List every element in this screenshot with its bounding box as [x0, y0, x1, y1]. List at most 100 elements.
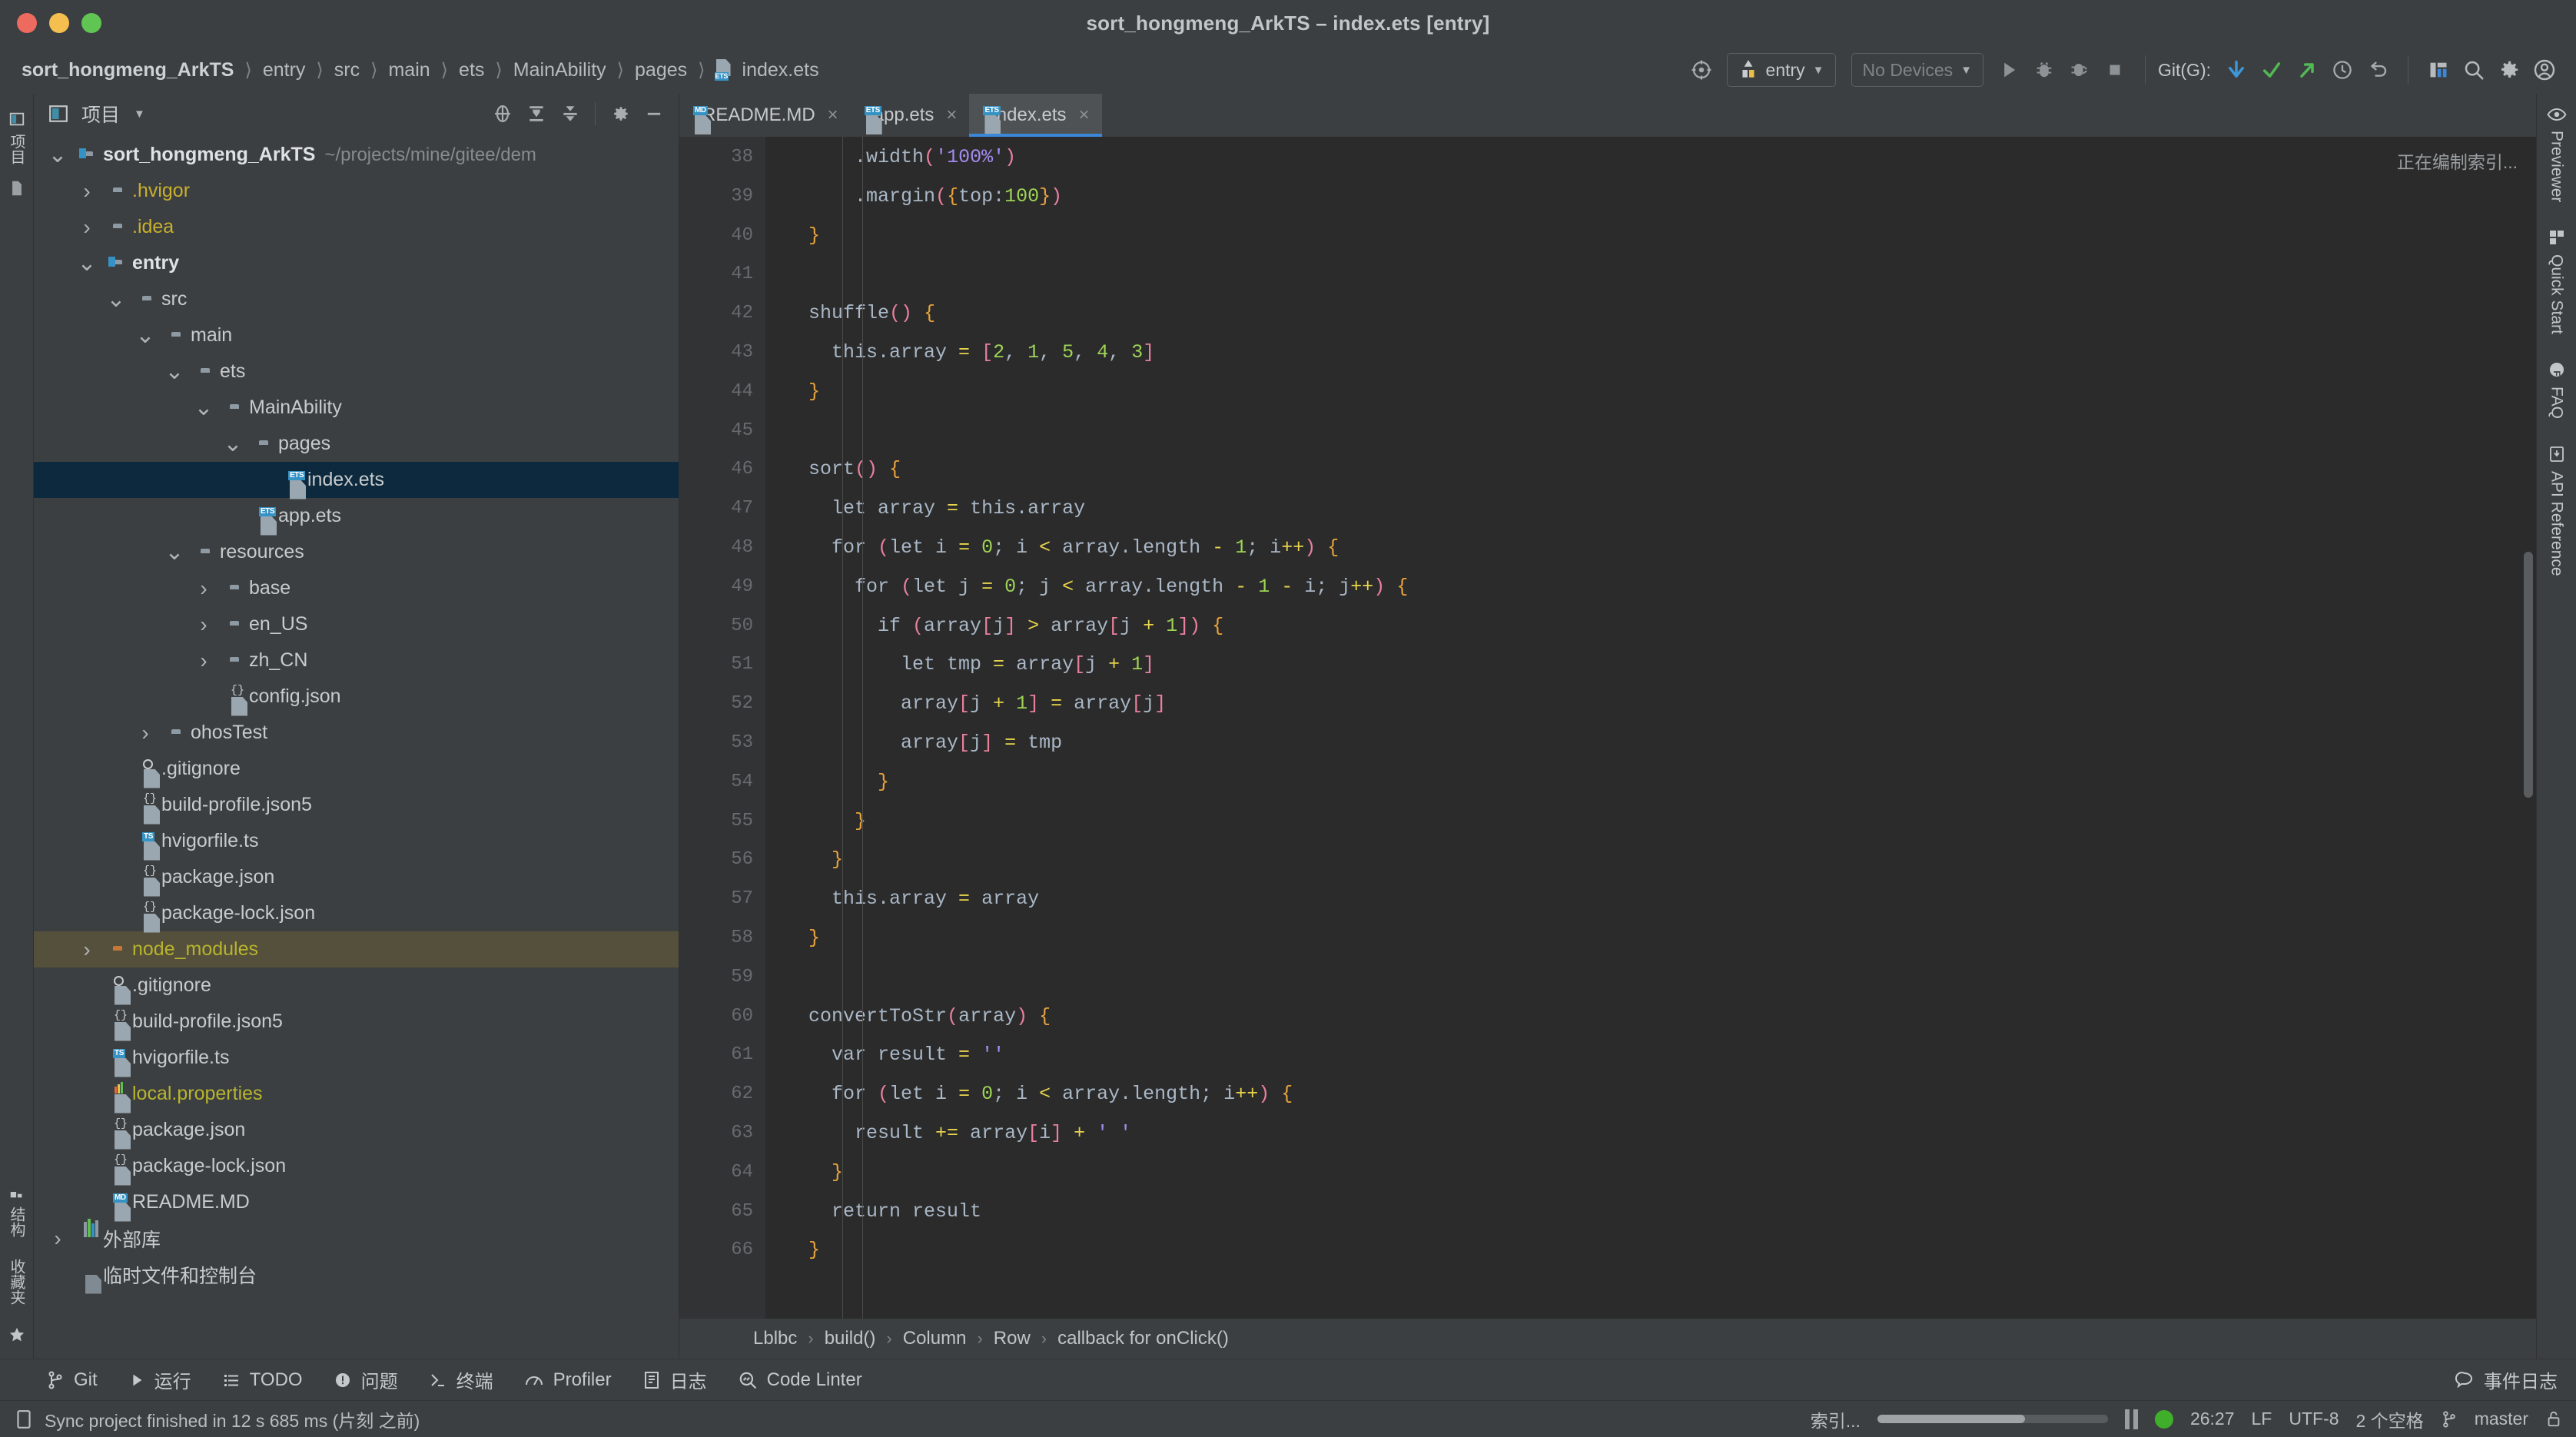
rail-item-quick-start[interactable]: Quick Start	[2548, 228, 2566, 334]
gear-icon[interactable]	[2491, 52, 2527, 88]
tree-node-hvigorfile-ts[interactable]: TS hvigorfile.ts	[34, 823, 679, 861]
locate-file-icon[interactable]	[487, 98, 518, 129]
git-branch-label[interactable]: master	[2475, 1409, 2528, 1429]
tree-node-zh-cn[interactable]: › zh_CN	[34, 642, 679, 679]
rail-item-faq[interactable]: F FAQ	[2548, 360, 2566, 419]
tree-node-readme-md[interactable]: MD README.MD	[34, 1184, 679, 1222]
tree-node-config-json[interactable]: {} config.json	[34, 679, 679, 716]
minimize-panel-icon[interactable]	[639, 98, 669, 129]
tool-window-event-log[interactable]: 事件日志	[2455, 1366, 2558, 1393]
tree-node--[interactable]: 临时文件和控制台	[34, 1256, 679, 1294]
tree-node-package-json[interactable]: {} package.json	[34, 1112, 679, 1150]
profile-icon[interactable]	[2062, 52, 2097, 88]
breadcrumb-item-file[interactable]: index.ets	[741, 59, 821, 81]
breadcrumb-item-ets[interactable]: ets	[457, 59, 486, 81]
tree-node--gitignore[interactable]: .gitignore	[34, 967, 679, 1005]
chevron-down-icon[interactable]: ⌄	[74, 251, 100, 274]
status-ok-icon[interactable]	[2154, 1409, 2173, 1429]
chevron-right-icon[interactable]: ›	[191, 612, 217, 637]
pause-icon[interactable]	[2124, 1409, 2138, 1429]
tool-window-git[interactable]: Git	[46, 1369, 98, 1391]
git-commit-icon[interactable]	[2254, 52, 2289, 88]
breadcrumb-item-project[interactable]: sort_hongmeng_ArkTS	[20, 59, 235, 81]
tool-window-problems[interactable]: 问题	[334, 1366, 398, 1393]
tool-window-code-linter[interactable]: Code Linter	[738, 1369, 862, 1391]
gear-icon[interactable]	[605, 98, 636, 129]
tree-node-mainability[interactable]: ⌄ MainAbility	[34, 390, 679, 426]
tree-node-main[interactable]: ⌄ main	[34, 317, 679, 353]
chevron-down-icon[interactable]: ⌄	[191, 396, 217, 419]
tool-window-run[interactable]: 运行	[128, 1366, 191, 1393]
breadcrumb-item-src[interactable]: src	[333, 59, 361, 81]
tree-node-pages[interactable]: ⌄ pages	[34, 426, 679, 462]
tree-node-ets[interactable]: ⌄ ets	[34, 353, 679, 390]
close-icon[interactable]: ×	[828, 105, 838, 126]
expand-all-icon[interactable]	[521, 98, 552, 129]
rail-item-previewer[interactable]: Previewer	[2547, 106, 2567, 202]
editor-breadcrumb-item[interactable]: Lblbc	[753, 1328, 797, 1349]
chevron-down-icon[interactable]: ⌄	[161, 360, 188, 383]
device-selector[interactable]: No Devices ▼	[1851, 53, 1983, 87]
breadcrumb-item-entry[interactable]: entry	[261, 59, 307, 81]
editor-tab-readme-md[interactable]: MD README.MD ×	[679, 94, 851, 137]
tree-node-index-ets[interactable]: ETS index.ets	[34, 462, 679, 499]
chevron-right-icon[interactable]: ›	[74, 938, 100, 962]
tree-node-src[interactable]: ⌄ src	[34, 281, 679, 317]
tree-node-sort-hongmeng-arkts[interactable]: ⌄ sort_hongmeng_ArkTS ~/projects/mine/gite…	[34, 137, 679, 173]
chevron-down-icon[interactable]: ⌄	[132, 324, 158, 347]
tree-node-hvigorfile-ts[interactable]: TS hvigorfile.ts	[34, 1040, 679, 1077]
chevron-down-icon[interactable]: ⌄	[45, 143, 71, 166]
tree-node-node-modules[interactable]: › node_modules	[34, 931, 679, 967]
rollback-icon[interactable]	[2360, 52, 2395, 88]
line-number-gutter[interactable]: 38 39 40 41 42 43 44 45 46 47 48 49 50 51 52 53 54 55 56 57…	[679, 137, 784, 1319]
chevron-right-icon[interactable]: ›	[45, 1226, 71, 1251]
tool-window-todo[interactable]: TODO	[222, 1369, 303, 1391]
chevron-right-icon[interactable]: ›	[191, 649, 217, 673]
file-encoding[interactable]: UTF-8	[2289, 1409, 2339, 1429]
layout-icon[interactable]	[2421, 52, 2456, 88]
rail-item-project[interactable]: 项目	[5, 103, 28, 172]
project-tree[interactable]: ⌄ sort_hongmeng_ArkTS ~/projects/mine/gite…	[34, 134, 679, 1359]
tree-node-app-ets[interactable]: ETS app.ets	[34, 498, 679, 536]
tree-node-package-lock-json[interactable]: {} package-lock.json	[34, 895, 679, 933]
chevron-right-icon[interactable]: ›	[132, 721, 158, 745]
breadcrumb-item-mainability[interactable]: MainAbility	[512, 59, 608, 81]
tree-node-package-json[interactable]: {} package.json	[34, 859, 679, 897]
caret-position[interactable]: 26:27	[2190, 1409, 2235, 1429]
stop-icon[interactable]	[2097, 52, 2133, 88]
chevron-right-icon[interactable]: ›	[74, 179, 100, 204]
tree-node-package-lock-json[interactable]: {} package-lock.json	[34, 1148, 679, 1186]
chevron-right-icon[interactable]: ›	[74, 215, 100, 240]
editor-breadcrumb-item[interactable]: build()	[825, 1328, 876, 1349]
editor-tab-bar[interactable]: MD README.MD × ETS app.ets × ETS index.ets ×	[679, 94, 2536, 137]
toggle-status-icon[interactable]	[14, 1409, 34, 1430]
rail-item-favorites[interactable]: 收藏夹	[5, 1251, 28, 1313]
breadcrumb-item-main[interactable]: main	[387, 59, 431, 81]
editor-breadcrumb-item[interactable]: callback for onClick()	[1057, 1328, 1229, 1349]
tree-node-local-properties[interactable]: local.properties	[34, 1076, 679, 1113]
account-icon[interactable]	[2527, 52, 2562, 88]
git-update-icon[interactable]	[2219, 52, 2254, 88]
rail-item-api-reference[interactable]: API Reference	[2548, 445, 2566, 576]
tree-node--gitignore[interactable]: .gitignore	[34, 751, 679, 788]
tool-window-log[interactable]: 日志	[642, 1366, 707, 1393]
chevron-down-icon[interactable]: ▼	[134, 108, 145, 121]
chevron-down-icon[interactable]: ⌄	[220, 432, 246, 455]
rail-item-structure-file[interactable]	[8, 172, 26, 204]
close-icon[interactable]: ×	[946, 105, 957, 126]
editor-breadcrumb-item[interactable]: Column	[903, 1328, 967, 1349]
tree-node-build-profile-json5[interactable]: {} build-profile.json5	[34, 787, 679, 825]
tree-node-entry[interactable]: ⌄ entry	[34, 245, 679, 281]
editor-breadcrumb-item[interactable]: Row	[994, 1328, 1031, 1349]
tree-node--[interactable]: › 外部库	[34, 1218, 679, 1256]
debug-icon[interactable]	[2027, 52, 2062, 88]
star-icon[interactable]	[8, 1319, 26, 1351]
git-push-icon[interactable]	[2289, 52, 2325, 88]
code-editor[interactable]: 38 39 40 41 42 43 44 45 46 47 48 49 50 51 52 53 54 55 56 57…	[679, 137, 2536, 1319]
run-configuration-selector[interactable]: entry ▼	[1726, 53, 1836, 87]
tree-node-base[interactable]: › base	[34, 570, 679, 606]
editor-tab-index-ets[interactable]: ETS index.ets ×	[969, 94, 1102, 137]
close-icon[interactable]: ×	[1079, 105, 1090, 126]
chevron-down-icon[interactable]: ⌄	[161, 540, 188, 563]
indent-setting[interactable]: 2 个空格	[2356, 1406, 2424, 1432]
